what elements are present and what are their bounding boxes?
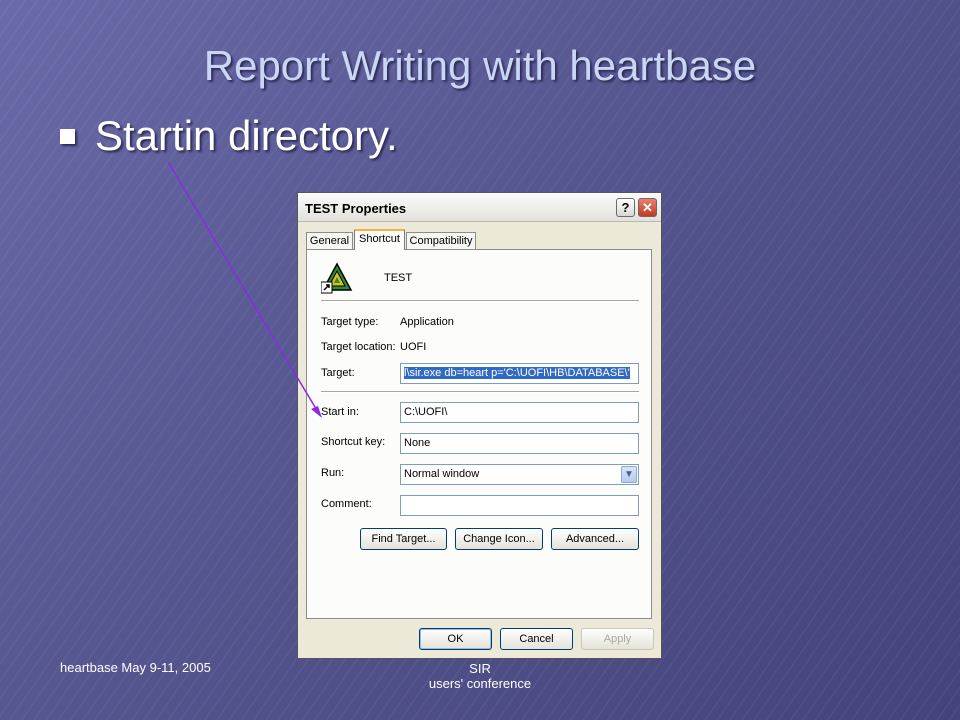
change-icon-button[interactable]: Change Icon... xyxy=(455,528,543,550)
target-type-value: Application xyxy=(400,316,454,328)
run-select[interactable]: Normal window ▼ xyxy=(400,464,639,485)
run-label: Run: xyxy=(321,467,345,479)
slide-title: Report Writing with heartbase xyxy=(203,42,757,89)
target-field[interactable]: l\sir.exe db=heart p='C:\UOFI\HB\DATABAS… xyxy=(400,363,639,384)
tab-shortcut[interactable]: Shortcut xyxy=(354,229,405,250)
help-button[interactable]: ? xyxy=(616,198,635,217)
find-target-button[interactable]: Find Target... xyxy=(360,528,447,550)
target-location-label: Target location: xyxy=(321,341,396,353)
target-field-text: l\sir.exe db=heart p='C:\UOFI\HB\DATABAS… xyxy=(404,367,630,379)
properties-dialog: TEST Properties ? ✕ General Shortcut Com… xyxy=(297,192,662,659)
cancel-button[interactable]: Cancel xyxy=(500,628,573,650)
bullet-item: Startin directory. xyxy=(60,112,398,160)
ok-button[interactable]: OK xyxy=(419,628,492,650)
apply-button[interactable]: Apply xyxy=(581,628,654,650)
slide: Report Writing with heartbase Startin di… xyxy=(0,0,960,720)
comment-label: Comment: xyxy=(321,498,372,510)
target-location-value: UOFI xyxy=(400,341,427,353)
shortcut-key-label: Shortcut key: xyxy=(321,436,386,448)
comment-field[interactable] xyxy=(400,495,639,516)
separator xyxy=(321,300,639,302)
dialog-titlebar[interactable]: TEST Properties ? ✕ xyxy=(298,193,661,222)
footer-left: heartbase May 9-11, 2005 xyxy=(60,660,211,675)
chevron-down-icon[interactable]: ▼ xyxy=(621,466,637,483)
shortcut-panel: TEST Target type: Application Target loc… xyxy=(306,249,652,619)
shortcut-arrow-icon xyxy=(321,281,333,294)
tab-general[interactable]: General xyxy=(306,232,353,249)
shortcut-name: TEST xyxy=(384,272,413,284)
start-in-field[interactable]: C:\UOFI\ xyxy=(400,402,639,423)
close-button[interactable]: ✕ xyxy=(638,198,657,217)
shortcut-key-field[interactable]: None xyxy=(400,433,639,454)
bullet-text: Startin directory. xyxy=(95,112,398,159)
tab-compatibility[interactable]: Compatibility xyxy=(406,232,476,249)
dialog-title: TEST Properties xyxy=(305,201,407,216)
separator xyxy=(321,391,639,393)
advanced-button[interactable]: Advanced... xyxy=(551,528,639,550)
footer-center-line2: users' conference xyxy=(428,676,532,691)
footer-center-line1: SIR xyxy=(469,661,491,676)
run-select-value: Normal window xyxy=(404,468,480,480)
target-label: Target: xyxy=(321,367,355,379)
start-in-label: Start in: xyxy=(321,406,359,418)
footer-center: SIR users' conference xyxy=(415,661,545,691)
bullet-square-icon xyxy=(60,128,75,144)
triangle-app-icon xyxy=(321,262,353,294)
target-type-label: Target type: xyxy=(321,316,379,328)
